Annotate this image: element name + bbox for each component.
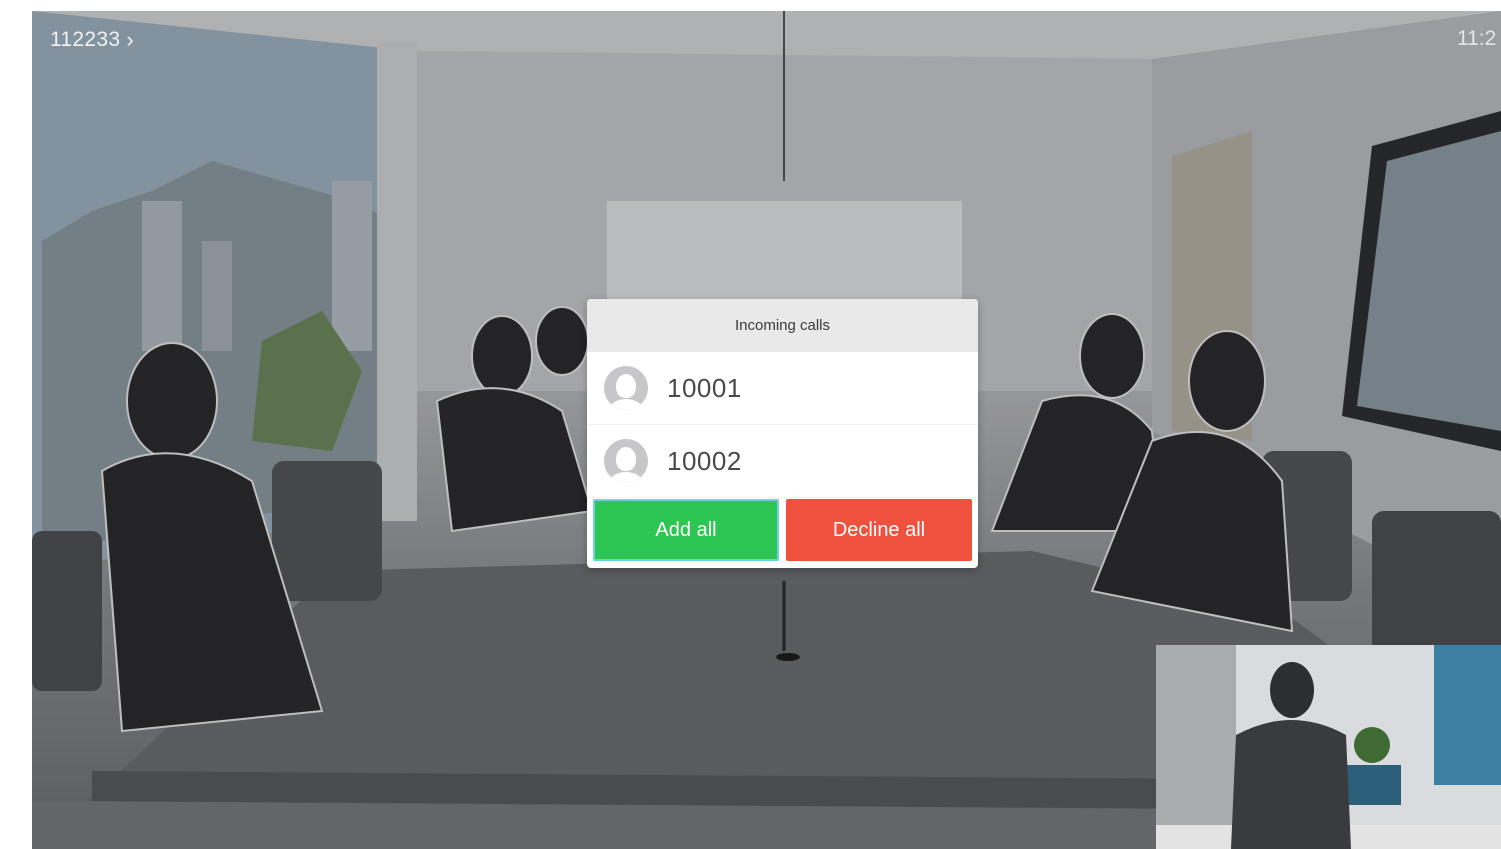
chevron-right-icon: › [126,27,134,52]
clock: 11:2 [1457,27,1497,50]
caller-number: 10001 [667,372,742,403]
self-view[interactable] [1156,645,1501,849]
incoming-calls-dialog: Incoming calls 10001 10002 Add all Decli… [587,299,978,568]
self-view-scene [1156,645,1501,849]
call-info[interactable]: 112233 › [50,27,134,53]
avatar-icon [604,366,648,410]
dialog-title: Incoming calls [587,299,978,352]
decline-all-button[interactable]: Decline all [786,499,972,561]
dialog-buttons: Add all Decline all [593,499,972,561]
avatar-icon [604,439,648,483]
call-id: 112233 [50,28,121,51]
add-all-button[interactable]: Add all [593,499,779,561]
incoming-call-row[interactable]: 10001 [587,352,978,425]
incoming-call-row[interactable]: 10002 [587,425,978,498]
caller-number: 10002 [667,445,742,476]
